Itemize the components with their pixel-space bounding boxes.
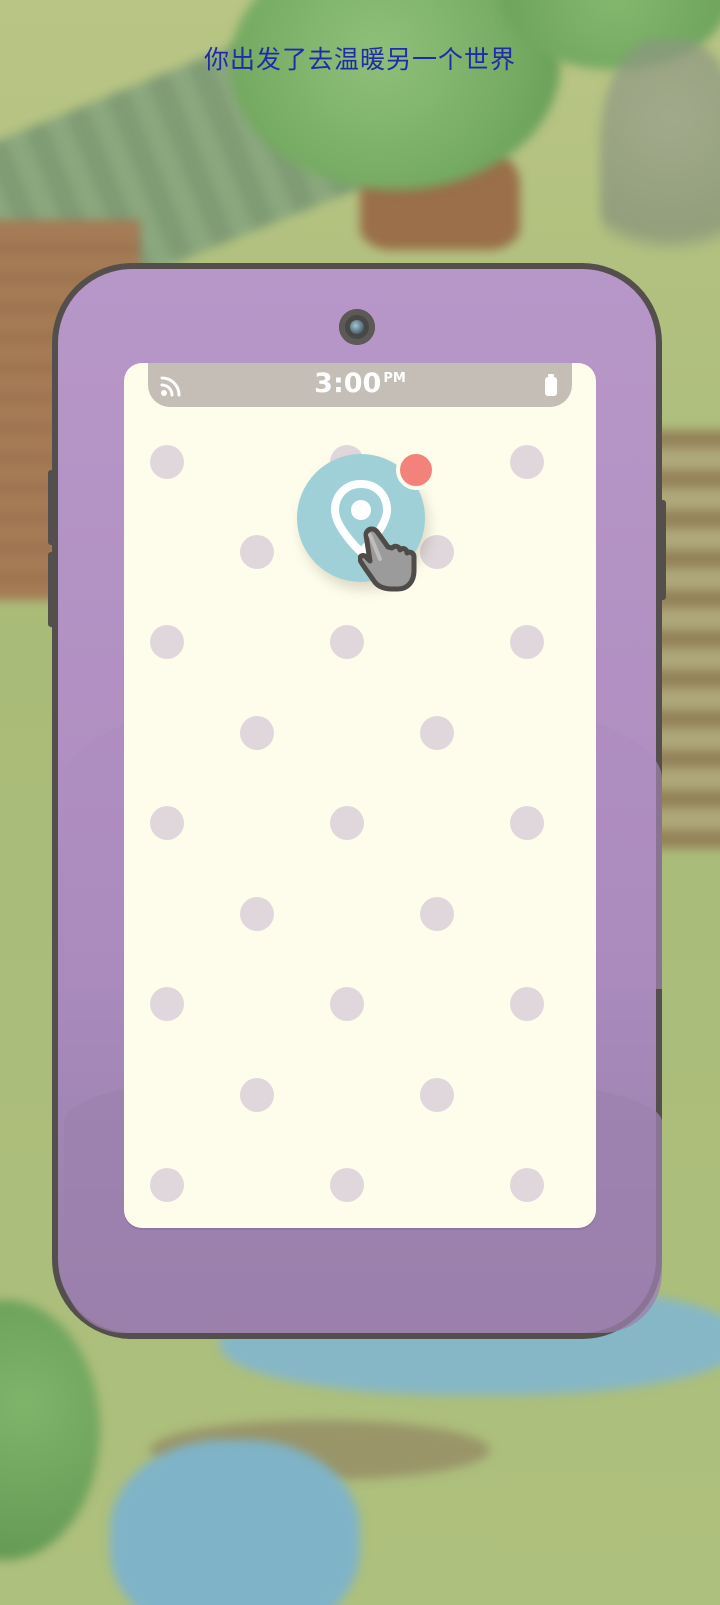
empty-app-slot: [420, 897, 454, 931]
empty-app-slot: [510, 1168, 544, 1202]
empty-app-slot: [240, 716, 274, 750]
empty-app-slot: [150, 1168, 184, 1202]
empty-app-slot: [150, 806, 184, 840]
empty-app-slot: [510, 806, 544, 840]
notification-badge: [396, 450, 436, 490]
background-rocks: [600, 40, 720, 300]
clock-time: 3:00: [314, 368, 382, 399]
background-pond: [110, 1440, 360, 1605]
empty-app-slot: [330, 806, 364, 840]
empty-app-slot: [240, 1078, 274, 1112]
phone-screen: 3:00 PM: [124, 363, 596, 1228]
empty-app-slot: [330, 1168, 364, 1202]
front-camera-icon: [339, 309, 375, 345]
empty-app-slot: [240, 535, 274, 569]
empty-app-slot: [150, 625, 184, 659]
empty-app-slot: [150, 445, 184, 479]
clock-ampm: PM: [383, 371, 406, 386]
empty-app-slot: [420, 716, 454, 750]
status-time: 3:00 PM: [148, 368, 572, 399]
battery-icon: [545, 374, 557, 396]
empty-app-slot: [420, 535, 454, 569]
empty-app-slot: [240, 897, 274, 931]
background-tree: [0, 1300, 100, 1560]
hand-pointer-icon: [358, 526, 417, 592]
empty-app-slot: [330, 987, 364, 1021]
empty-app-slot: [150, 987, 184, 1021]
empty-app-slot: [330, 625, 364, 659]
instruction-text: 你出发了去温暖另一个世界: [203, 45, 516, 74]
empty-app-slot: [510, 987, 544, 1021]
status-bar: 3:00 PM: [148, 363, 572, 407]
empty-app-slot: [420, 1078, 454, 1112]
empty-app-slot: [510, 625, 544, 659]
empty-app-slot: [510, 445, 544, 479]
